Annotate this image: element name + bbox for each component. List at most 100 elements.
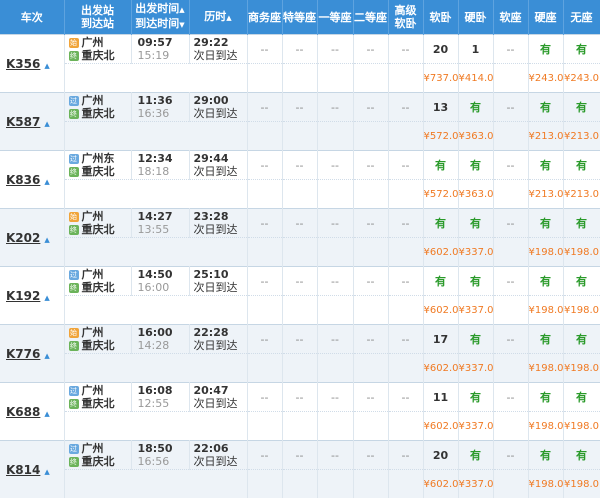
train-code-link[interactable]: K836 <box>6 173 40 187</box>
arrival-note: 次日到达 <box>194 281 247 294</box>
train-code-cell: K836 ▲ <box>0 151 64 209</box>
dep-time: 16:00 <box>138 326 189 339</box>
duration: 20:47 <box>194 384 247 397</box>
seat-hard-sleeper-availability: 有 <box>458 93 493 122</box>
header-business: 商务座 <box>247 0 282 35</box>
train-code-link[interactable]: K356 <box>6 57 40 71</box>
seat-deluxe-sleeper-availability: -- <box>388 441 423 470</box>
seat-soft-sleeper-price: ¥602.0 <box>423 412 458 441</box>
arrival-note: 次日到达 <box>194 455 247 468</box>
end-station-icon: 终 <box>69 457 79 467</box>
pass-station-icon: 过 <box>69 270 79 280</box>
expand-icon[interactable]: ▲ <box>44 410 49 418</box>
arr-time: 14:28 <box>138 339 189 352</box>
price-row-spacer <box>64 122 247 151</box>
pass-station-icon: 过 <box>69 96 79 106</box>
train-code-cell: K688 ▲ <box>0 383 64 441</box>
seat-special-price <box>282 412 317 441</box>
arrival-note: 次日到达 <box>194 397 247 410</box>
train-code-link[interactable]: K587 <box>6 115 40 129</box>
end-station-icon: 终 <box>69 109 79 119</box>
header-train-no[interactable]: 车次 <box>0 0 64 35</box>
seat-first-price <box>317 238 353 267</box>
seat-second-availability: -- <box>353 383 388 412</box>
train-row: K202▲始广州终重庆北14:2713:5523:28次日到达---------… <box>0 209 600 238</box>
duration: 29:00 <box>194 94 247 107</box>
seat-no-seat-price: ¥213.0 <box>563 180 600 209</box>
seat-no-seat-price: ¥198.0 <box>563 412 600 441</box>
seat-second-price <box>353 238 388 267</box>
expand-icon[interactable]: ▲ <box>44 120 49 128</box>
expand-icon[interactable]: ▲ <box>44 352 49 360</box>
seat-first-availability: -- <box>317 151 353 180</box>
price-row: ¥737.0¥414.0¥243.0¥243.0 <box>0 64 600 93</box>
seat-soft-sleeper-availability: 17 <box>423 325 458 354</box>
train-code-cell: K202 ▲ <box>0 209 64 267</box>
seat-deluxe-sleeper-price <box>388 180 423 209</box>
expand-icon[interactable]: ▲ <box>44 178 49 186</box>
seat-soft-sleeper-price: ¥602.0 <box>423 354 458 383</box>
train-code-link[interactable]: K776 <box>6 347 40 361</box>
expand-icon[interactable]: ▲ <box>44 294 49 302</box>
header-dep-time: 出发时间 <box>135 2 179 15</box>
duration: 23:28 <box>194 210 247 223</box>
seat-hard-seat-price: ¥198.0 <box>528 470 563 498</box>
to-station: 重庆北 <box>82 107 115 120</box>
time-cell: 14:5016:00 <box>131 267 189 296</box>
seat-hard-seat-price: ¥243.0 <box>528 64 563 93</box>
seat-deluxe-sleeper-availability: -- <box>388 383 423 412</box>
seat-no-seat-price: ¥198.0 <box>563 470 600 498</box>
seat-first-availability: -- <box>317 267 353 296</box>
train-row: K776▲始广州终重庆北16:0014:2822:28次日到达---------… <box>0 325 600 354</box>
time-cell: 09:5715:19 <box>131 35 189 64</box>
seat-first-availability: -- <box>317 209 353 238</box>
seat-soft-sleeper-price: ¥602.0 <box>423 470 458 498</box>
train-code-cell: K587 ▲ <box>0 93 64 151</box>
expand-icon[interactable]: ▲ <box>44 468 49 476</box>
pass-station-icon: 过 <box>69 154 79 164</box>
seat-no-seat-price: ¥198.0 <box>563 296 600 325</box>
time-cell: 14:2713:55 <box>131 209 189 238</box>
price-row-spacer <box>64 470 247 498</box>
header-stations[interactable]: 出发站 到达站 <box>64 0 131 35</box>
seat-hard-seat-availability: 有 <box>528 383 563 412</box>
expand-icon[interactable]: ▲ <box>44 236 49 244</box>
duration-cell: 22:06次日到达 <box>189 441 247 470</box>
from-station: 广州 <box>82 268 104 281</box>
train-code-link[interactable]: K814 <box>6 463 40 477</box>
train-code-link[interactable]: K192 <box>6 289 40 303</box>
arrival-note: 次日到达 <box>194 165 247 178</box>
price-row-spacer <box>64 296 247 325</box>
seat-soft-seat-availability: -- <box>493 209 528 238</box>
seat-business-availability: -- <box>247 35 282 64</box>
seat-business-availability: -- <box>247 325 282 354</box>
header-times[interactable]: 出发时间▲ 到达时间▼ <box>131 0 189 35</box>
seat-soft-seat-price <box>493 238 528 267</box>
seat-soft-sleeper-price: ¥602.0 <box>423 238 458 267</box>
sort-icon[interactable]: ▲ <box>179 6 184 14</box>
seat-business-availability: -- <box>247 383 282 412</box>
seat-first-availability: -- <box>317 325 353 354</box>
seat-soft-seat-availability: -- <box>493 35 528 64</box>
header-dep-station: 出发站 <box>65 4 131 17</box>
dep-time: 14:50 <box>138 268 189 281</box>
end-station-icon: 终 <box>69 51 79 61</box>
train-code-link[interactable]: K202 <box>6 231 40 245</box>
seat-business-price <box>247 354 282 383</box>
sort-icon[interactable]: ▲ <box>226 14 231 22</box>
time-cell: 12:3418:18 <box>131 151 189 180</box>
seat-business-price <box>247 180 282 209</box>
seat-soft-seat-price <box>493 122 528 151</box>
time-cell: 11:3616:36 <box>131 93 189 122</box>
train-row: K587▲过广州终重庆北11:3616:3629:00次日到达---------… <box>0 93 600 122</box>
duration: 29:44 <box>194 152 247 165</box>
header-duration[interactable]: 历时▲ <box>189 0 247 35</box>
train-code-link[interactable]: K688 <box>6 405 40 419</box>
price-row: ¥572.0¥363.0¥213.0¥213.0 <box>0 122 600 151</box>
seat-business-price <box>247 412 282 441</box>
sort-icon[interactable]: ▼ <box>179 21 184 29</box>
arrival-note: 次日到达 <box>194 107 247 120</box>
seat-soft-sleeper-price: ¥572.0 <box>423 180 458 209</box>
expand-icon[interactable]: ▲ <box>44 62 49 70</box>
seat-soft-sleeper-availability: 20 <box>423 35 458 64</box>
